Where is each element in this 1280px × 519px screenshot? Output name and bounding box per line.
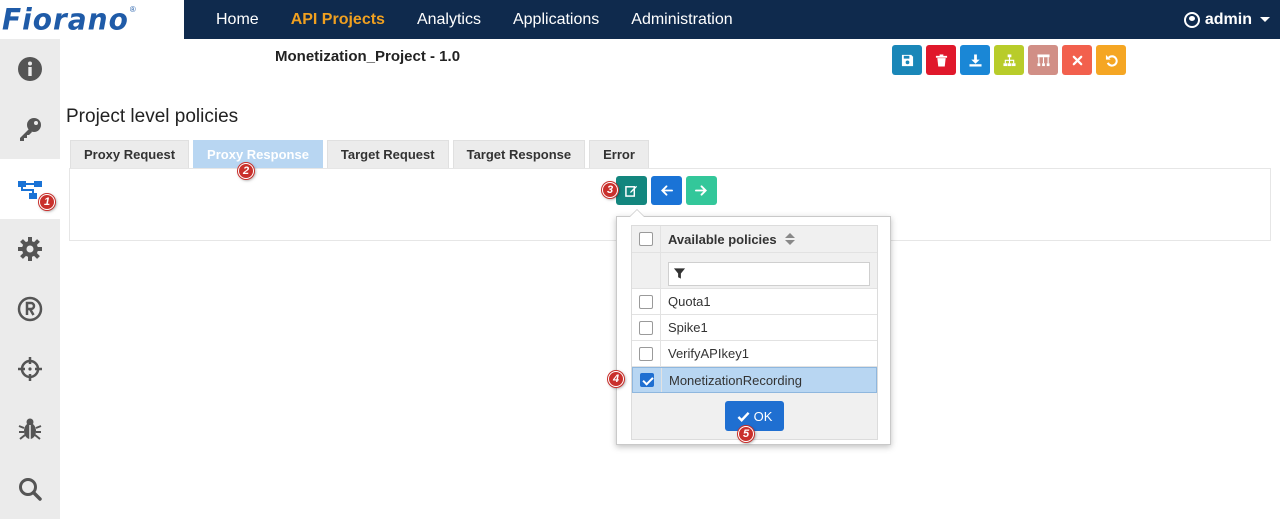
crosshair-icon bbox=[18, 357, 42, 381]
policy-checkbox[interactable] bbox=[639, 294, 653, 309]
policy-row-verifyapikey1[interactable]: VerifyAPIkey1 bbox=[632, 341, 877, 367]
user-name: admin bbox=[1204, 10, 1252, 28]
bug-icon bbox=[18, 418, 42, 440]
nav-applications[interactable]: Applications bbox=[513, 11, 599, 29]
available-policies-table: Available policies Quota1 Spike1 VerifyA… bbox=[631, 225, 878, 440]
logo-registered-mark: ® bbox=[129, 5, 136, 14]
move-right-button[interactable] bbox=[686, 176, 717, 205]
fiorano-logo[interactable]: Fiorano ® bbox=[0, 0, 184, 39]
top-navbar: Fiorano ® Home API Projects Analytics Ap… bbox=[0, 0, 1280, 39]
sidebar-item-settings[interactable] bbox=[0, 219, 60, 279]
logo-text: Fiorano bbox=[2, 2, 129, 37]
select-all-checkbox[interactable] bbox=[639, 232, 653, 246]
registered-icon bbox=[17, 296, 43, 322]
policy-picker-popover: Available policies Quota1 Spike1 VerifyA… bbox=[616, 209, 891, 445]
project-toolbar bbox=[892, 45, 1130, 75]
user-circle-icon bbox=[1183, 11, 1200, 28]
policy-row-quota1[interactable]: Quota1 bbox=[632, 289, 877, 315]
key-icon bbox=[20, 118, 41, 141]
gear-icon bbox=[18, 237, 42, 261]
tab-target-request[interactable]: Target Request bbox=[326, 140, 449, 168]
delete-button[interactable] bbox=[926, 45, 956, 75]
project-title: Monetization_Project - 1.0 bbox=[275, 48, 461, 65]
callout-badge: 1 bbox=[39, 194, 55, 210]
ok-button[interactable]: OK bbox=[725, 401, 784, 431]
sidebar-item-target[interactable] bbox=[0, 339, 60, 399]
callout-badge: 3 bbox=[602, 182, 618, 198]
policy-name: Spike1 bbox=[668, 320, 708, 335]
sort-icon[interactable] bbox=[784, 233, 795, 245]
save-icon bbox=[901, 54, 913, 66]
download-button[interactable] bbox=[960, 45, 990, 75]
column-header-label: Available policies bbox=[668, 231, 777, 247]
save-button[interactable] bbox=[892, 45, 922, 75]
policy-row-monetizationrecording[interactable]: MonetizationRecording bbox=[632, 367, 877, 393]
search-icon bbox=[19, 478, 42, 501]
undo-icon bbox=[1105, 54, 1118, 67]
sitemap-button[interactable] bbox=[994, 45, 1024, 75]
download-icon bbox=[968, 53, 982, 67]
sidebar bbox=[0, 39, 60, 519]
caret-down-icon bbox=[1260, 17, 1270, 22]
policy-name: Quota1 bbox=[668, 294, 711, 309]
tab-proxy-response[interactable]: Proxy Response bbox=[193, 140, 323, 168]
tab-error[interactable]: Error bbox=[589, 140, 649, 168]
policy-action-buttons bbox=[616, 176, 721, 205]
move-left-button[interactable] bbox=[651, 176, 682, 205]
check-icon bbox=[737, 411, 750, 422]
policy-tabs: Proxy Request Proxy Response Target Requ… bbox=[70, 140, 653, 168]
policy-row-spike1[interactable]: Spike1 bbox=[632, 315, 877, 341]
undo-button[interactable] bbox=[1096, 45, 1126, 75]
arrow-right-icon bbox=[695, 185, 707, 196]
hierarchy-icon bbox=[1036, 53, 1050, 66]
policy-checkbox-checked[interactable] bbox=[640, 373, 654, 387]
section-title: Project level policies bbox=[66, 106, 239, 127]
policy-name: MonetizationRecording bbox=[669, 372, 802, 388]
callout-badge: 5 bbox=[738, 426, 754, 442]
hierarchy-button[interactable] bbox=[1028, 45, 1058, 75]
trash-icon bbox=[935, 53, 947, 67]
edit-icon bbox=[625, 185, 638, 197]
nav-administration[interactable]: Administration bbox=[631, 11, 732, 29]
policy-name: VerifyAPIkey1 bbox=[668, 346, 749, 361]
filter-row bbox=[632, 253, 877, 289]
close-icon bbox=[1072, 55, 1082, 65]
sidebar-item-debug[interactable] bbox=[0, 399, 60, 459]
column-header-available-policies[interactable]: Available policies bbox=[661, 226, 877, 252]
sitemap-icon bbox=[1002, 53, 1016, 66]
info-icon bbox=[18, 57, 42, 81]
picker-footer: OK bbox=[632, 393, 877, 439]
callout-badge: 2 bbox=[238, 163, 254, 179]
filter-icon bbox=[673, 268, 686, 279]
sidebar-item-info[interactable] bbox=[0, 39, 60, 99]
nav-api-projects[interactable]: API Projects bbox=[291, 11, 385, 29]
ok-label: OK bbox=[753, 408, 773, 424]
table-header-row: Available policies bbox=[632, 226, 877, 253]
arrow-left-icon bbox=[661, 185, 673, 196]
callout-badge: 4 bbox=[608, 371, 624, 387]
nav-analytics[interactable]: Analytics bbox=[417, 11, 481, 29]
policy-checkbox[interactable] bbox=[639, 346, 653, 361]
nav-home[interactable]: Home bbox=[216, 11, 259, 29]
sidebar-item-registered[interactable] bbox=[0, 279, 60, 339]
sidebar-item-policies[interactable] bbox=[0, 159, 60, 219]
tab-proxy-request[interactable]: Proxy Request bbox=[70, 140, 190, 168]
sidebar-item-search[interactable] bbox=[0, 459, 60, 519]
main-nav: Home API Projects Analytics Applications… bbox=[200, 0, 749, 39]
tab-target-response[interactable]: Target Response bbox=[452, 140, 586, 168]
close-button[interactable] bbox=[1062, 45, 1092, 75]
policy-checkbox[interactable] bbox=[639, 320, 653, 335]
user-menu[interactable]: admin bbox=[1183, 0, 1270, 39]
edit-policies-button[interactable] bbox=[616, 176, 647, 205]
sidebar-item-keys[interactable] bbox=[0, 99, 60, 159]
policy-filter-input[interactable] bbox=[668, 261, 870, 286]
